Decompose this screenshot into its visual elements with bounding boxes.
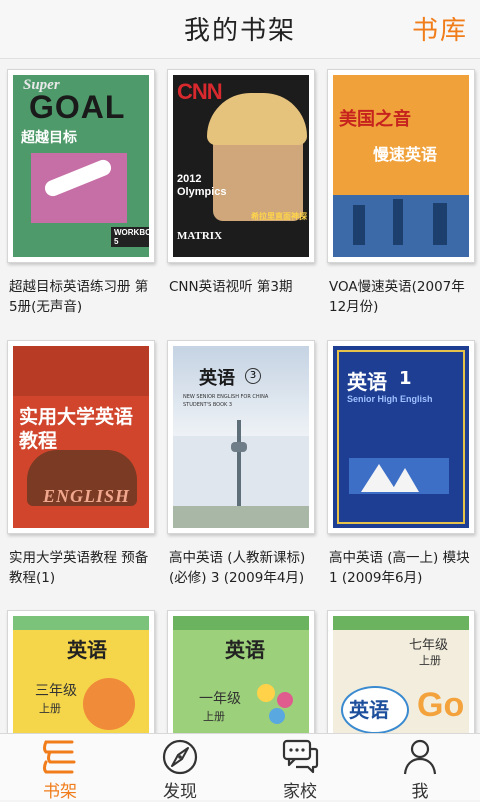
book-cover[interactable]: 七年级 上册 英语 Go [327,610,475,734]
tab-me[interactable]: 我 [360,734,480,802]
book-title: 实用大学英语教程 预备教程(1) [9,550,149,586]
person-icon [403,739,437,775]
library-button[interactable]: 书库 [412,10,468,47]
book-cover[interactable]: 英语 3 NEW SENIOR ENGLISH FOR CHINA STUDEN… [167,340,315,534]
book-cover[interactable]: CNN 2012 Olympics MATRIX 希拉里直面神探 [167,69,315,263]
bottom-tab-bar: 书架 发现 家校 我 [0,733,480,802]
compass-icon [162,739,198,775]
tab-home-school[interactable]: 家校 [240,734,360,802]
book-cover[interactable]: Super GOAL 超越目标 WORKBOOK 5 [7,69,155,263]
book-title: 高中英语 (人教新课标)(必修) 3 (2009年4月) [169,550,306,586]
tab-bookshelf-label: 书架 [43,782,77,802]
bookshelf-icon [43,740,76,774]
tab-home-school-label: 家校 [283,782,317,802]
tab-me-label: 我 [411,782,429,802]
tab-discover-label: 发现 [163,782,197,802]
chat-bubbles-icon [282,739,319,774]
book-cover[interactable]: 英语 一年级 上册 [167,610,315,734]
book-title: VOA慢速英语(2007年12月份) [329,279,465,315]
book-title: CNN英语视听 第3期 [169,279,293,295]
book-cover[interactable]: 英语 三年级 上册 [7,610,155,734]
book-title: 高中英语 (高一上) 模块1 (2009年6月) [329,550,470,586]
book-cover[interactable]: 英语 1 Senior High English [327,340,475,534]
book-cover[interactable]: 实用大学英语 教程 ENGLISH [7,340,155,534]
tab-bookshelf[interactable]: 书架 [0,734,120,802]
top-bar: 我的书架 书库 [0,0,480,59]
tab-discover[interactable]: 发现 [120,734,240,802]
book-cover[interactable]: 美国之音 慢速英语 [327,69,475,263]
bookshelf-grid: Super GOAL 超越目标 WORKBOOK 5 超越目标英语练习册 第5册… [0,58,480,734]
page-title: 我的书架 [183,16,296,46]
book-title: 超越目标英语练习册 第5册(无声音) [9,279,149,315]
